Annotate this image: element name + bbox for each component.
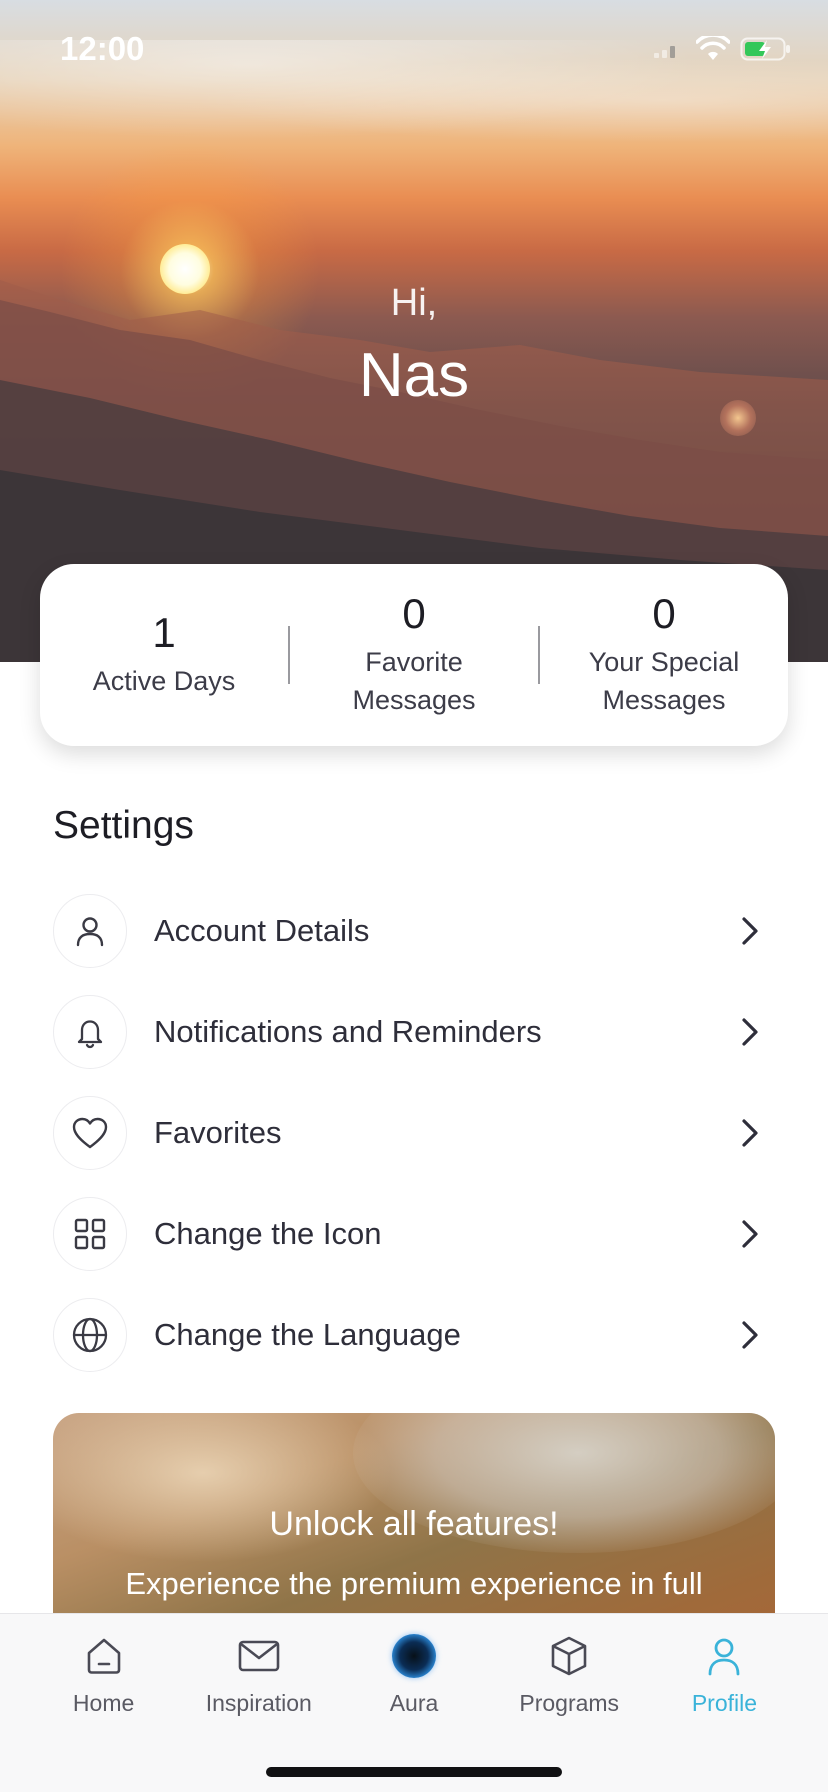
- settings-item-notifications[interactable]: Notifications and Reminders: [53, 981, 775, 1082]
- stat-favorite-messages[interactable]: 0 Favorite Messages: [290, 564, 538, 746]
- settings-item-label: Change the Icon: [154, 1215, 382, 1251]
- greeting-hi: Hi,: [390, 282, 438, 324]
- settings-item-change-language[interactable]: Change the Language: [53, 1284, 775, 1385]
- settings-item-label: Account Details: [154, 912, 370, 948]
- status-bar: 12:00: [0, 0, 828, 100]
- stat-special-messages[interactable]: 0 Your Special Messages: [540, 564, 788, 746]
- heart-icon: [72, 1117, 108, 1148]
- tab-label: Home: [72, 1690, 135, 1716]
- tab-programs[interactable]: Programs: [492, 1614, 647, 1734]
- settings-list: Account Details Notifications and Remind…: [53, 880, 775, 1385]
- tab-label: Inspiration: [205, 1690, 312, 1716]
- settings-item-label: Favorites: [154, 1114, 282, 1150]
- chevron-right-icon: [735, 1118, 765, 1148]
- stat-label: Favorite Messages: [352, 646, 476, 716]
- tab-inspiration[interactable]: Inspiration: [181, 1614, 336, 1734]
- tab-profile[interactable]: Profile: [647, 1614, 802, 1734]
- cube-icon: [545, 1632, 593, 1680]
- aura-orb-icon: [390, 1632, 438, 1680]
- settings-item-account-details[interactable]: Account Details: [53, 880, 775, 981]
- status-icons: [652, 36, 792, 62]
- envelope-icon: [235, 1632, 283, 1680]
- icon-circle: [53, 1196, 127, 1271]
- globe-icon: [72, 1317, 108, 1352]
- settings-item-favorites[interactable]: Favorites: [53, 1082, 775, 1183]
- user-name: Nas: [358, 341, 470, 410]
- settings-item-label: Notifications and Reminders: [154, 1013, 542, 1049]
- stat-value: 0: [402, 589, 426, 637]
- chevron-right-icon: [735, 1219, 765, 1249]
- stat-label: Your Special Messages: [588, 646, 740, 716]
- battery-charging-icon: [740, 37, 790, 61]
- settings-title: Settings: [53, 804, 194, 847]
- bottom-tab-bar: Home Inspiration Aura Programs Profile: [0, 1613, 828, 1792]
- tab-label: Profile: [691, 1690, 758, 1716]
- tabs: Home Inspiration Aura Programs Profile: [0, 1614, 828, 1734]
- tab-label: Programs: [519, 1690, 620, 1716]
- grid-icon: [74, 1218, 106, 1249]
- chevron-right-icon: [735, 916, 765, 946]
- icon-circle: [53, 893, 127, 968]
- chevron-right-icon: [735, 1017, 765, 1047]
- signal-icon: [654, 46, 675, 58]
- stat-value: 1: [152, 608, 176, 656]
- wifi-icon: [696, 36, 730, 60]
- stat-label: Active Days: [92, 665, 236, 696]
- promo-subtitle: Experience the premium experience in ful…: [125, 1566, 703, 1601]
- stat-active-days: 1 Active Days: [40, 564, 288, 746]
- tab-home[interactable]: Home: [26, 1614, 181, 1734]
- user-icon: [76, 916, 104, 946]
- promo-title: Unlock all features!: [269, 1505, 559, 1543]
- status-time: 12:00: [60, 30, 145, 67]
- home-indicator[interactable]: [266, 1767, 562, 1777]
- stats-card: 1 Active Days 0 Favorite Messages 0 Your…: [40, 564, 788, 746]
- icon-circle: [53, 1095, 127, 1170]
- user-icon: [700, 1632, 748, 1680]
- icon-circle: [53, 1297, 127, 1372]
- tab-aura[interactable]: Aura: [336, 1614, 491, 1734]
- tab-label: Aura: [389, 1690, 439, 1716]
- bell-icon: [77, 1019, 103, 1048]
- home-icon: [80, 1632, 128, 1680]
- settings-item-label: Change the Language: [154, 1316, 461, 1352]
- stat-value: 0: [652, 589, 676, 637]
- hero-header: 12:00 Hi, Nas: [0, 0, 828, 662]
- icon-circle: [53, 994, 127, 1069]
- chevron-right-icon: [735, 1320, 765, 1350]
- settings-item-change-icon[interactable]: Change the Icon: [53, 1183, 775, 1284]
